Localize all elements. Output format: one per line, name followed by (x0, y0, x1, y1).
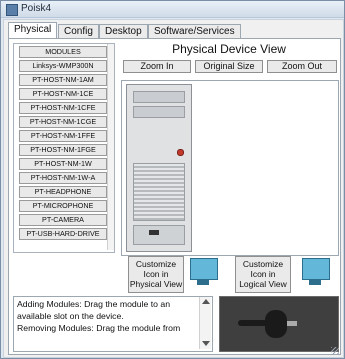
tab-desktop[interactable]: Desktop (99, 24, 148, 39)
module-item[interactable]: PT-HOST-NM-1CGE (19, 116, 107, 128)
customize-label: Logical View (239, 279, 287, 289)
modules-header[interactable]: MODULES (19, 46, 107, 58)
modules-list: MODULES Linksys-WMP300N PT-HOST-NM-1AM P… (13, 43, 115, 253)
module-item[interactable]: PT-USB-HARD-DRIVE (19, 228, 107, 240)
tab-physical[interactable]: Physical (8, 22, 58, 39)
module-item[interactable]: PT-HOST-NM-1AM (19, 74, 107, 86)
module-item[interactable]: Linksys-WMP300N (19, 60, 107, 72)
original-size-button[interactable]: Original Size (195, 60, 263, 73)
module-item[interactable]: PT-HOST-NM-1W (19, 158, 107, 170)
client-area: Physical Config Desktop Software/Service… (3, 19, 344, 358)
view-title: Physical Device View (172, 42, 286, 56)
window-title: Poisk4 (21, 3, 52, 14)
customize-label: Icon in (250, 269, 276, 279)
modules-scrollbar[interactable] (107, 44, 114, 250)
drive-bay (133, 106, 185, 118)
expansion-slot[interactable] (133, 225, 185, 245)
app-icon (6, 4, 18, 16)
module-item[interactable]: PT-MICROPHONE (19, 200, 107, 212)
module-item[interactable]: PT-HOST-NM-1W-A (19, 172, 107, 184)
monitor-icon (301, 258, 330, 288)
cable-icon (238, 320, 268, 326)
info-line: available slot on the device. (17, 311, 124, 321)
tab-software-services[interactable]: Software/Services (148, 24, 241, 39)
module-body-icon (265, 310, 287, 338)
module-item[interactable]: PT-HOST-NM-1CE (19, 88, 107, 100)
module-item[interactable]: PT-HOST-NM-1FFE (19, 130, 107, 142)
customize-logical-icon-button[interactable]: Customize Icon in Logical View (235, 256, 291, 293)
info-scrollbar[interactable] (199, 297, 211, 349)
drive-bay (133, 91, 185, 103)
monitor-screen (302, 258, 330, 280)
zoom-out-button[interactable]: Zoom Out (267, 60, 337, 73)
info-line: Removing Modules: Drag the module from (17, 323, 181, 333)
module-item[interactable]: PT-CAMERA (19, 214, 107, 226)
device-view-area[interactable] (121, 80, 339, 256)
info-text-box[interactable]: Adding Modules: Drag the module to an av… (13, 296, 213, 352)
resize-grip-icon[interactable] (331, 347, 339, 355)
port-icon (149, 230, 159, 235)
monitor-icon (189, 258, 218, 288)
zoom-in-button[interactable]: Zoom In (123, 60, 191, 73)
customize-label: Physical View (129, 279, 183, 289)
customize-label: Customize (135, 259, 177, 269)
monitor-base (309, 280, 321, 285)
power-button-icon[interactable] (177, 149, 184, 156)
module-item[interactable]: PT-HEADPHONE (19, 186, 107, 198)
title-bar[interactable]: Poisk4 (1, 1, 344, 18)
physical-panel: MODULES Linksys-WMP300N PT-HOST-NM-1AM P… (8, 38, 341, 355)
device-window: Poisk4 Physical Config Desktop Software/… (0, 0, 345, 359)
info-line: Adding Modules: Drag the module to an (17, 299, 171, 309)
monitor-screen (190, 258, 218, 280)
module-preview-image (219, 296, 339, 352)
customize-label: Icon in (143, 269, 169, 279)
module-item[interactable]: PT-HOST-NM-1CFE (19, 102, 107, 114)
customize-label: Customize (242, 259, 284, 269)
scroll-down-icon[interactable] (202, 341, 210, 346)
plug-icon (287, 321, 297, 326)
front-grille (133, 163, 185, 221)
scroll-up-icon[interactable] (202, 299, 210, 304)
pc-tower-image (126, 84, 192, 252)
customize-physical-icon-button[interactable]: Customize Icon in Physical View (128, 256, 184, 293)
monitor-base (197, 280, 209, 285)
module-item[interactable]: PT-HOST-NM-1FGE (19, 144, 107, 156)
tab-config[interactable]: Config (58, 24, 99, 39)
